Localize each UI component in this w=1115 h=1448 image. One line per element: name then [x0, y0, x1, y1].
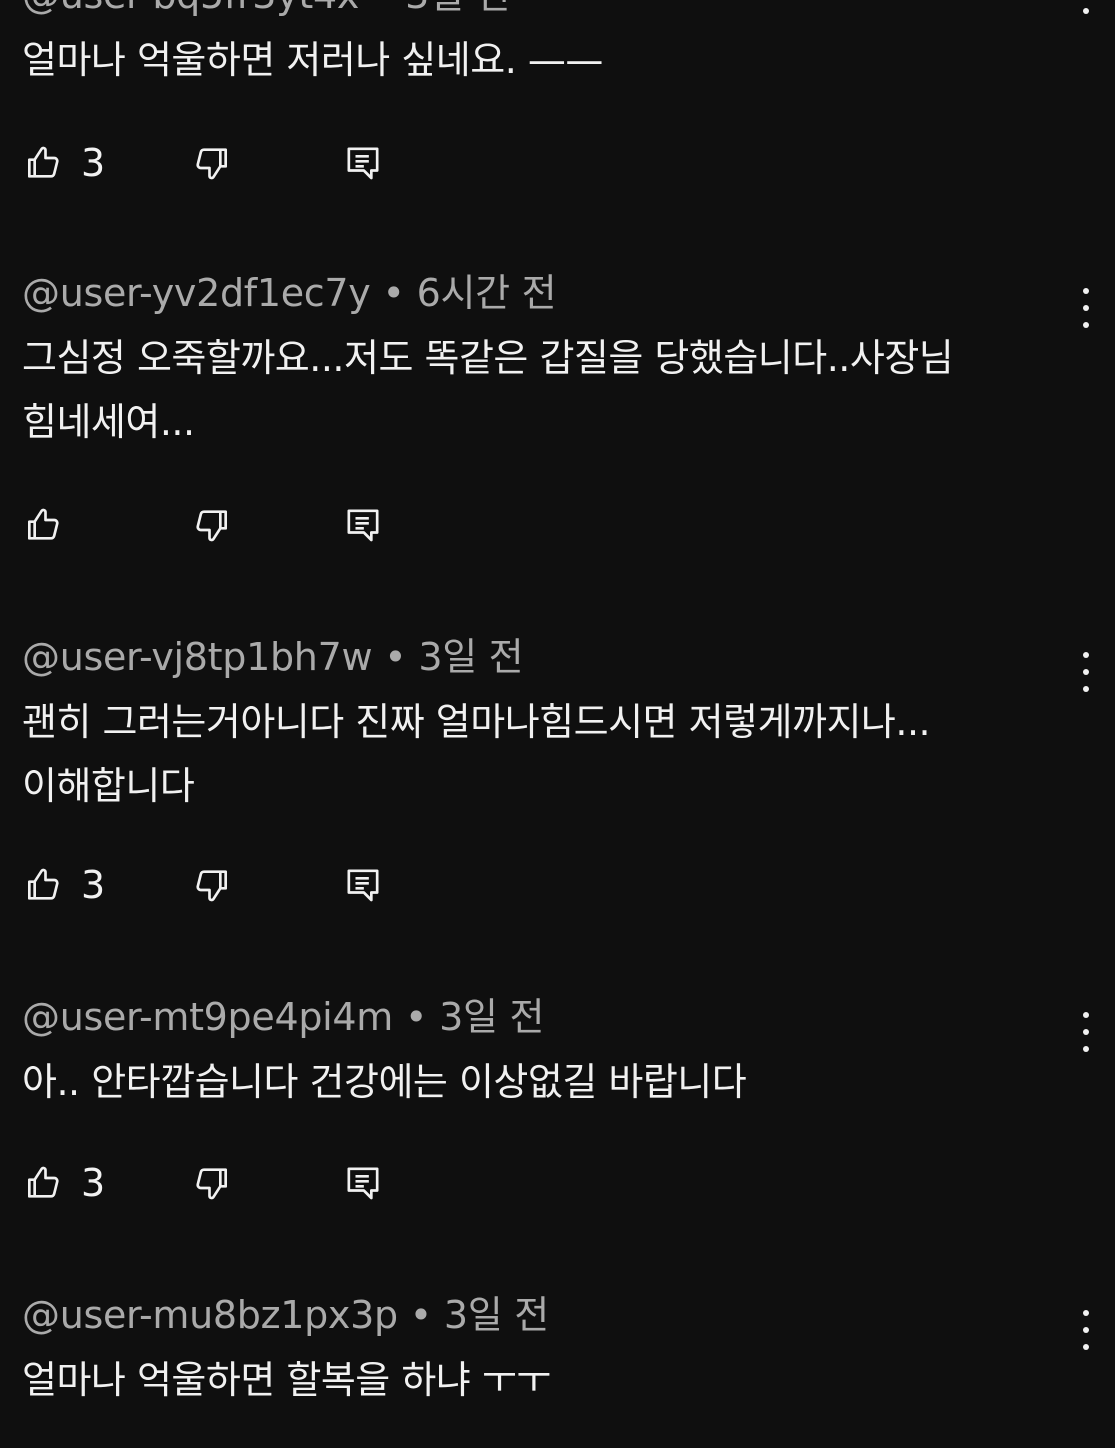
- comment-text: 아.. 안타깝습니다 건강에는 이상없길 바랍니다: [22, 1060, 747, 1104]
- like-button[interactable]: 3: [23, 1158, 105, 1208]
- more-vertical-icon: [1083, 652, 1089, 658]
- reply-button[interactable]: [343, 138, 383, 188]
- more-vertical-icon: [1083, 1012, 1089, 1018]
- more-options-button[interactable]: [1071, 1310, 1101, 1350]
- thumbs-up-icon: [28, 1166, 59, 1198]
- comment-meta: @user-yv2df1ec7y • 6시간 전: [22, 268, 557, 318]
- more-options-button[interactable]: [1071, 1012, 1101, 1052]
- meta-separator: •: [384, 635, 407, 679]
- comment-actions: 3: [0, 138, 600, 188]
- thumbs-up-icon: [28, 146, 59, 178]
- more-vertical-icon: [1083, 1310, 1089, 1316]
- comment-actions: 3: [0, 1158, 600, 1208]
- comment-time: 3일 전: [405, 0, 510, 17]
- thumbs-down-icon: [196, 148, 227, 180]
- more-options-button[interactable]: [1071, 652, 1101, 692]
- more-vertical-icon: [1083, 288, 1089, 294]
- more-options-button[interactable]: [1071, 0, 1101, 14]
- reply-button[interactable]: [343, 500, 383, 550]
- comment-author[interactable]: @user-mu8bz1px3p: [22, 1293, 398, 1337]
- comment-meta: @user-vj8tp1bh7w • 3일 전: [22, 632, 524, 682]
- like-count: 3: [81, 863, 106, 907]
- reply-comment-icon: [347, 1167, 379, 1200]
- reply-button[interactable]: [343, 860, 383, 910]
- comment-text: 괜히 그러는거아니다 진짜 얼마나힘드시면 저렇게까지나... 이해합니다: [22, 700, 931, 808]
- comment-time: 3일 전: [418, 635, 524, 679]
- reply-comment-icon: [347, 869, 379, 902]
- comment-actions: 3: [0, 860, 600, 910]
- comment-text: 얼마나 억울하면 저러나 싶네요. ——: [22, 38, 603, 82]
- thumbs-up-icon: [28, 868, 59, 900]
- dislike-button[interactable]: [192, 860, 232, 910]
- meta-separator: •: [405, 995, 428, 1039]
- thumbs-down-icon: [196, 870, 227, 902]
- comment-text: 얼마나 억울하면 할복을 하냐 ㅜㅜ: [22, 1358, 551, 1402]
- dislike-button[interactable]: [192, 138, 232, 188]
- comment-time: 3일 전: [443, 1293, 549, 1337]
- comment-author[interactable]: @user-mt9pe4pi4m: [22, 995, 393, 1039]
- dislike-button[interactable]: [192, 1158, 232, 1208]
- like-button[interactable]: [23, 500, 81, 550]
- comment-author[interactable]: @user-yv2df1ec7y: [22, 271, 371, 315]
- comment-author[interactable]: @user-bq5fr3yt4x: [22, 0, 359, 17]
- comment-time: 6시간 전: [416, 271, 557, 315]
- thumbs-up-icon: [28, 508, 59, 540]
- comment-text: 그심정 오죽할까요...저도 똑같은 갑질을 당했습니다..사장님 힘네세여..…: [22, 336, 954, 444]
- thumbs-down-icon: [196, 510, 227, 542]
- comment-time: 3일 전: [439, 995, 545, 1039]
- like-button[interactable]: 3: [23, 860, 105, 910]
- more-options-button[interactable]: [1071, 288, 1101, 328]
- comment-meta: @user-bq5fr3yt4x • 3일 전: [22, 0, 510, 20]
- like-count: 3: [81, 141, 106, 185]
- comment-meta: @user-mt9pe4pi4m • 3일 전: [22, 992, 544, 1042]
- reply-button[interactable]: [343, 1158, 383, 1208]
- meta-separator: •: [409, 1293, 432, 1337]
- like-count: 3: [81, 1161, 106, 1205]
- reply-comment-icon: [347, 509, 379, 542]
- meta-separator: •: [371, 0, 393, 20]
- comment-actions: [0, 500, 600, 550]
- reply-comment-icon: [347, 147, 379, 180]
- dislike-button[interactable]: [192, 500, 232, 550]
- meta-separator: •: [382, 271, 405, 315]
- thumbs-down-icon: [196, 1168, 227, 1200]
- comment-meta: @user-mu8bz1px3p • 3일 전: [22, 1290, 549, 1340]
- comment-author[interactable]: @user-vj8tp1bh7w: [22, 635, 373, 679]
- like-button[interactable]: 3: [23, 138, 105, 188]
